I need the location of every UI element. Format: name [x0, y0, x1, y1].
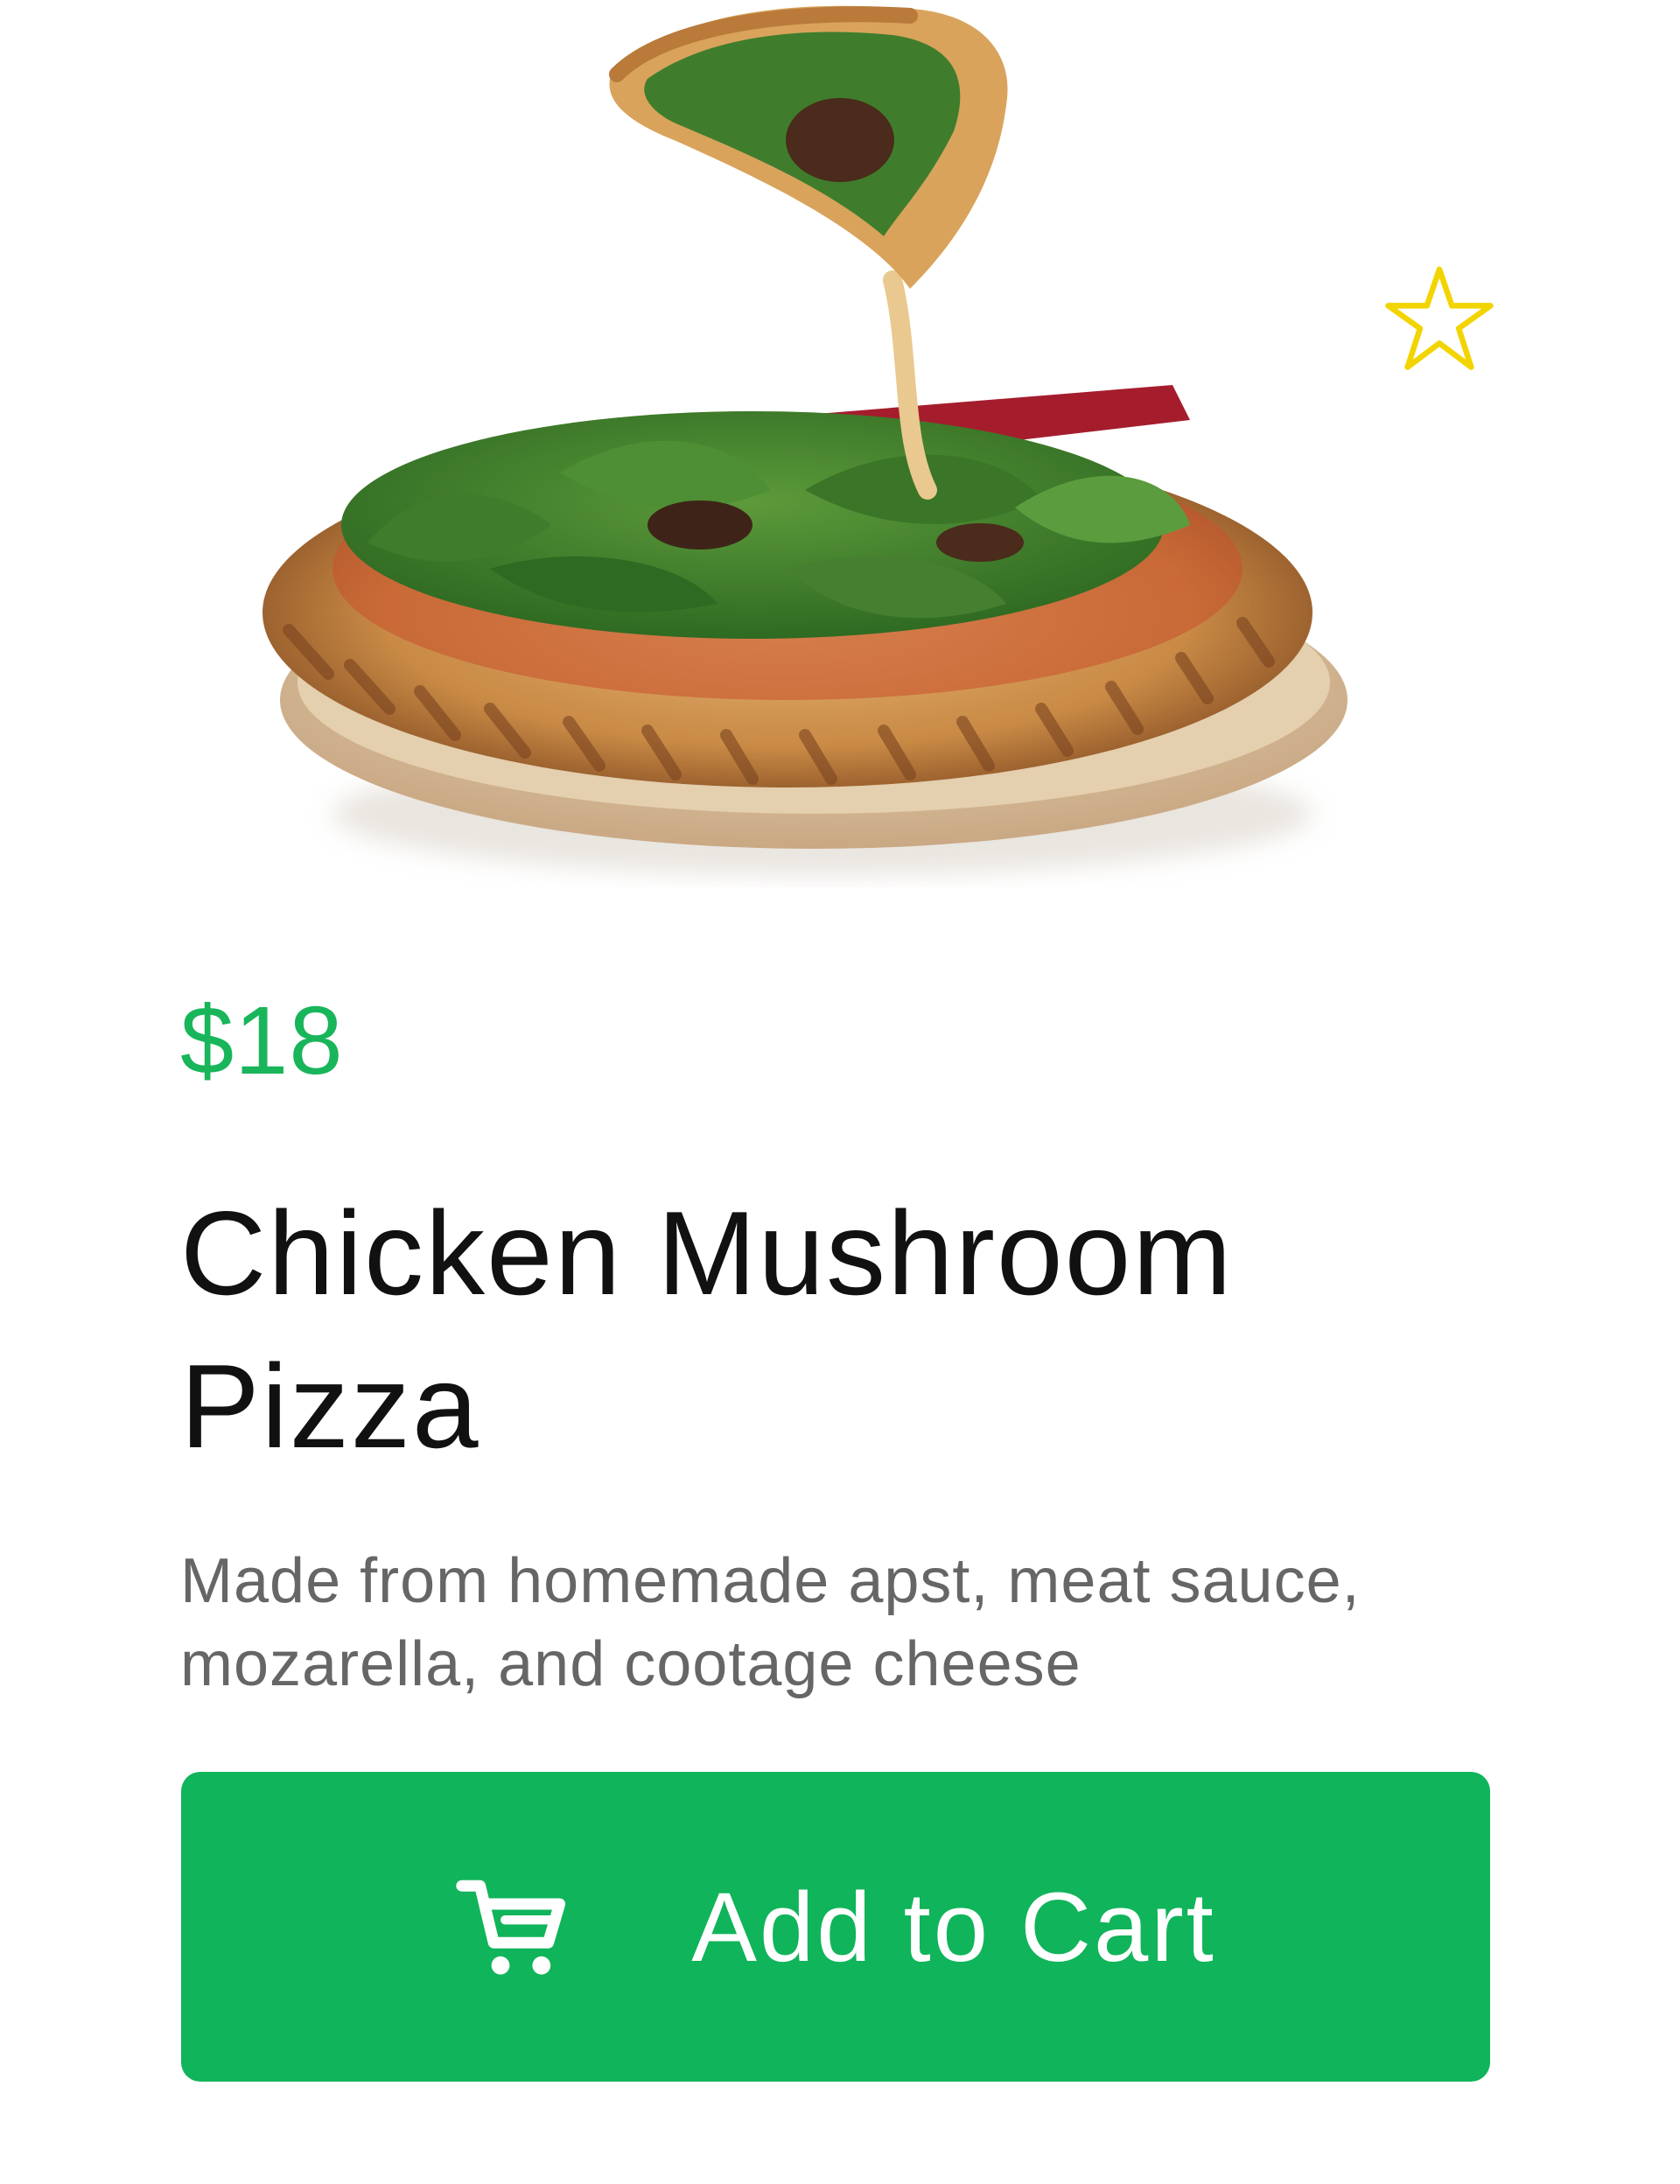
favorite-star-icon[interactable] [1382, 262, 1496, 376]
add-to-cart-button[interactable]: Add to Cart [181, 1772, 1490, 2082]
product-card: $18 Chicken Mushroom Pizza Made from hom… [0, 0, 1680, 2184]
product-description: Made from homemade apst, meat sauce, moz… [180, 1546, 1361, 1699]
cart-icon [455, 1870, 569, 1984]
pizza-image [140, 0, 1505, 945]
product-title: Chicken Mushroom Pizza [180, 1186, 1234, 1473]
price: $18 [180, 987, 344, 1095]
add-to-cart-label: Add to Cart [691, 1872, 1216, 1982]
